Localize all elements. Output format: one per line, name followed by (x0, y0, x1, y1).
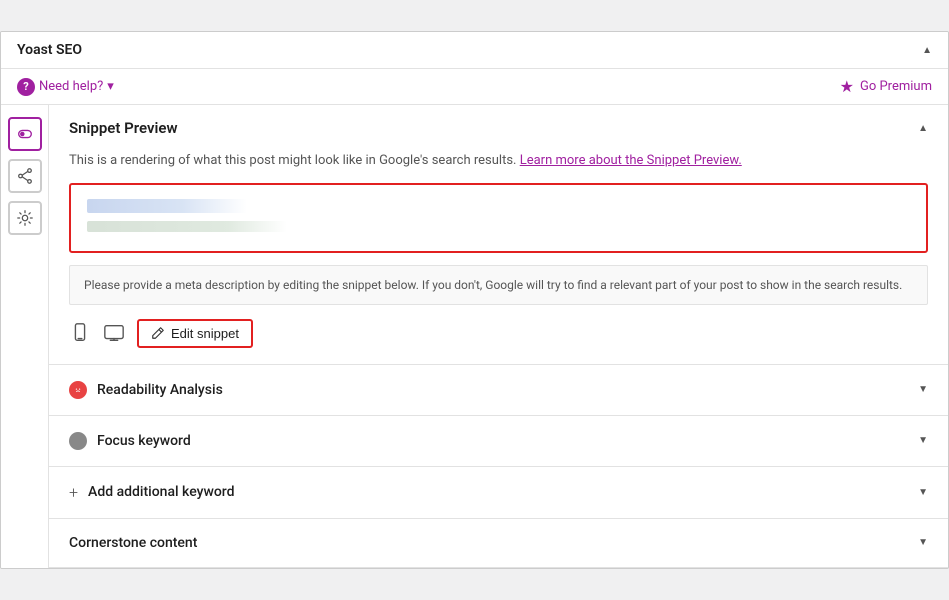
panel-header: Yoast SEO ▲ (1, 32, 948, 69)
meta-notice: Please provide a meta description by edi… (69, 265, 928, 305)
snippet-preview-header: Snippet Preview ▲ (49, 105, 948, 151)
desktop-device-icon[interactable] (103, 322, 125, 344)
main-layout: Snippet Preview ▲ This is a rendering of… (1, 105, 948, 568)
plus-icon: + (69, 483, 78, 502)
toggle-icon (16, 125, 34, 143)
mobile-device-icon[interactable] (69, 322, 91, 344)
star-icon: ★ (840, 77, 854, 96)
sidebar-btn-settings[interactable] (8, 201, 42, 235)
pencil-icon (151, 326, 165, 340)
edit-snippet-button[interactable]: Edit snippet (137, 319, 253, 348)
cornerstone-left: Cornerstone content (69, 535, 197, 551)
go-premium-label: Go Premium (860, 79, 932, 94)
question-icon: ? (17, 78, 35, 96)
panel-title: Yoast SEO (17, 42, 82, 58)
go-premium-link[interactable]: ★ Go Premium (840, 77, 932, 96)
need-help-label: Need help? (39, 79, 103, 94)
sidebar-btn-share[interactable] (8, 159, 42, 193)
yoast-seo-panel: Yoast SEO ▲ ? Need help? ▾ ★ Go Premium (0, 31, 949, 569)
readability-chevron: ▼ (918, 384, 928, 395)
gear-icon (16, 209, 34, 227)
focus-keyword-status-icon (69, 432, 87, 450)
cornerstone-section[interactable]: Cornerstone content ▼ (49, 519, 948, 568)
edit-snippet-label: Edit snippet (171, 326, 239, 341)
readability-status-icon (69, 381, 87, 399)
snippet-url-blurred (87, 221, 287, 232)
additional-keyword-chevron: ▼ (918, 487, 928, 498)
snippet-preview-desc: This is a rendering of what this post mi… (69, 151, 928, 171)
readability-section[interactable]: Readability Analysis ▼ (49, 365, 948, 416)
snippet-preview-toggle[interactable]: ▲ (918, 123, 928, 134)
top-bar: ? Need help? ▾ ★ Go Premium (1, 69, 948, 105)
snippet-preview-title: Snippet Preview (69, 119, 178, 137)
sidebar (1, 105, 49, 568)
readability-label: Readability Analysis (97, 382, 223, 398)
snippet-preview-body: This is a rendering of what this post mi… (49, 151, 948, 364)
focus-keyword-label: Focus keyword (97, 433, 191, 449)
additional-keyword-section[interactable]: + Add additional keyword ▼ (49, 467, 948, 519)
cornerstone-label: Cornerstone content (69, 535, 197, 551)
readability-left: Readability Analysis (69, 381, 223, 399)
share-icon (16, 167, 34, 185)
chevron-icon: ▾ (107, 79, 114, 94)
learn-more-link[interactable]: Learn more about the Snippet Preview. (520, 153, 742, 168)
need-help-link[interactable]: ? Need help? ▾ (17, 78, 114, 96)
focus-keyword-section[interactable]: Focus keyword ▼ (49, 416, 948, 467)
focus-keyword-chevron: ▼ (918, 435, 928, 446)
focus-keyword-left: Focus keyword (69, 432, 191, 450)
snippet-actions: Edit snippet (69, 319, 928, 348)
snippet-preview-section: Snippet Preview ▲ This is a rendering of… (49, 105, 948, 365)
sidebar-btn-toggle[interactable] (8, 117, 42, 151)
cornerstone-chevron: ▼ (918, 537, 928, 548)
snippet-preview-box (69, 183, 928, 253)
panel-collapse-btn[interactable]: ▲ (922, 45, 932, 56)
content-area: Snippet Preview ▲ This is a rendering of… (49, 105, 948, 568)
snippet-title-blurred (87, 199, 247, 213)
additional-keyword-left: + Add additional keyword (69, 483, 235, 502)
additional-keyword-label: Add additional keyword (88, 484, 234, 500)
